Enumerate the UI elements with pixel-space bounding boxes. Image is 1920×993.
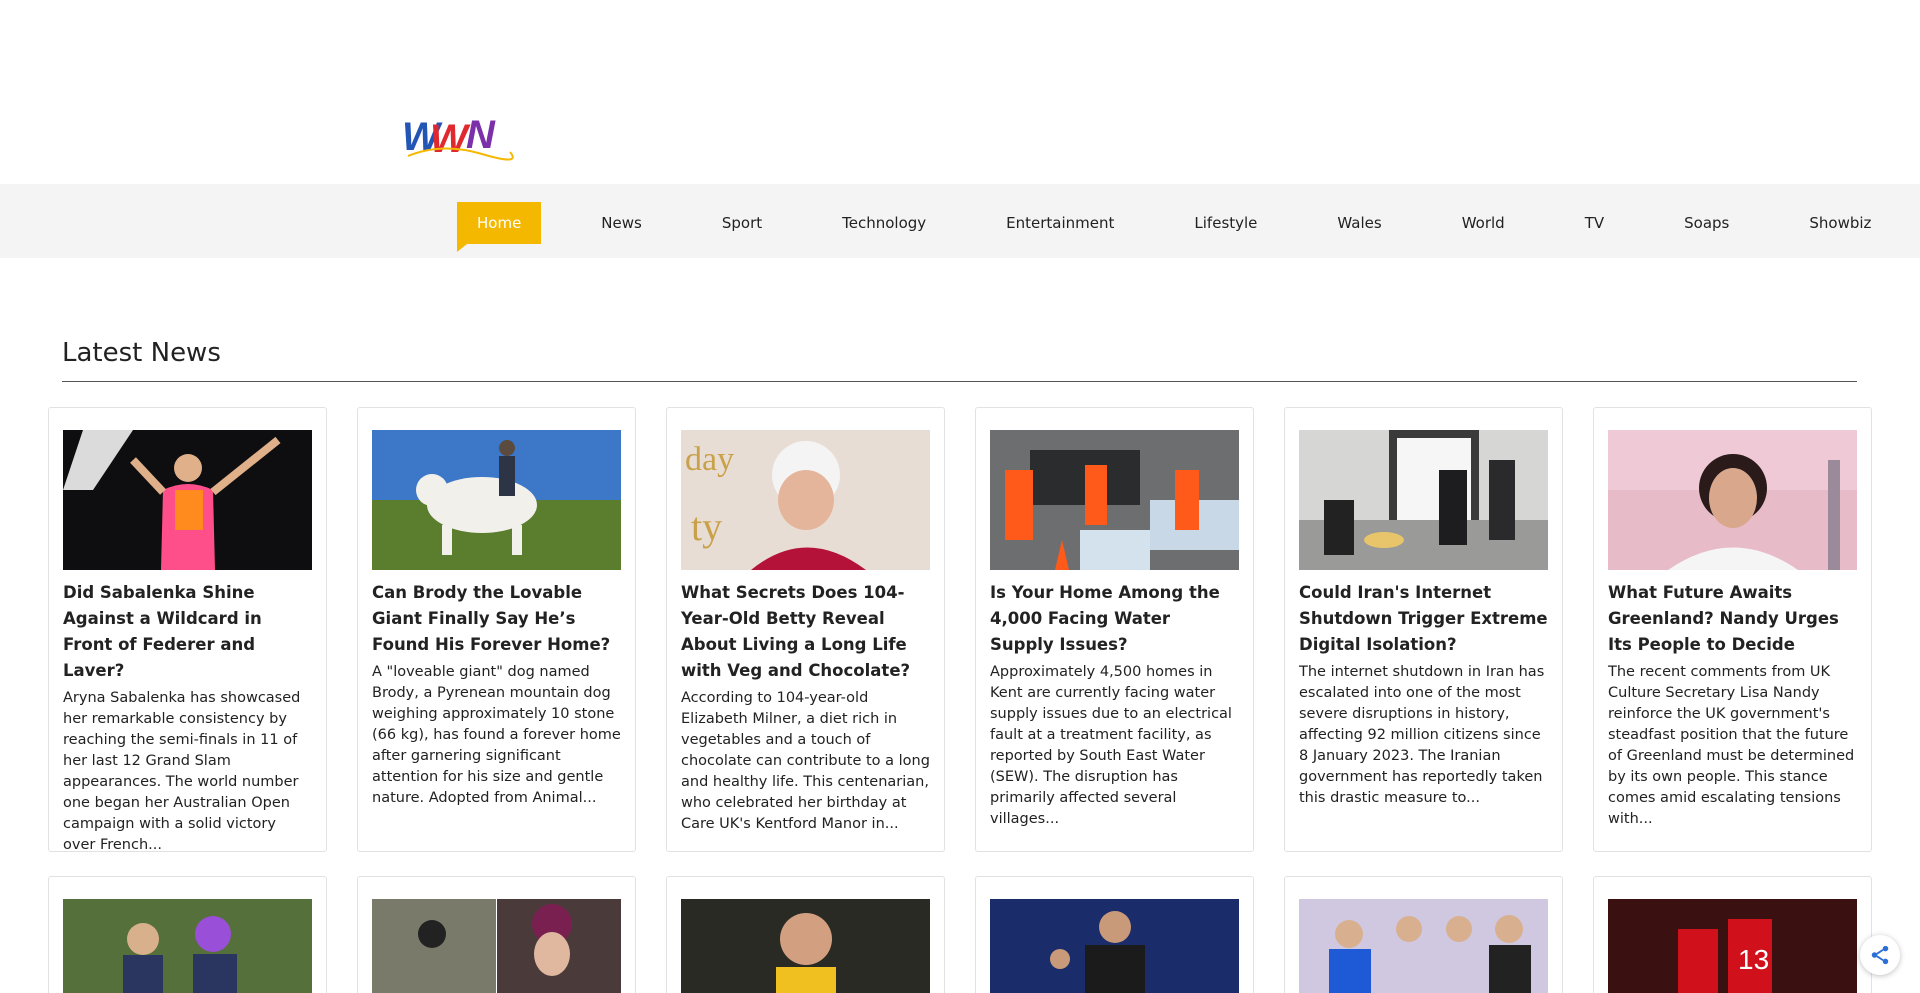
svg-text:day: day xyxy=(685,441,734,478)
news-card-excerpt: The recent comments from UK Culture Secr… xyxy=(1608,664,1855,827)
nav-item-news[interactable]: News xyxy=(581,202,662,244)
nav-item-home[interactable]: Home xyxy=(457,202,542,252)
news-card-excerpt: According to 104-year-old Elizabeth Miln… xyxy=(681,690,930,832)
nav-item-world[interactable]: World xyxy=(1442,202,1525,244)
news-card[interactable] xyxy=(1284,876,1563,993)
main-nav: Home News Sport Technology Entertainment Life… xyxy=(0,184,1920,258)
news-card-title[interactable]: What Future Awaits Greenland? Nandy Urge… xyxy=(1608,580,1857,658)
news-card-title[interactable]: Did Sabalenka Shine Against a Wildcard i… xyxy=(63,580,312,684)
news-card-image[interactable] xyxy=(63,899,312,993)
news-card[interactable]: Can Brody the Lovable Giant Finally Say … xyxy=(357,407,636,852)
news-card[interactable] xyxy=(666,876,945,993)
news-card-title[interactable]: Can Brody the Lovable Giant Finally Say … xyxy=(372,580,621,658)
nav-item-lifestyle[interactable]: Lifestyle xyxy=(1174,202,1277,244)
news-card-title[interactable]: Could Iran's Internet Shutdown Trigger E… xyxy=(1299,580,1548,658)
site-header: W W N xyxy=(0,0,1920,184)
news-card[interactable]: 13 xyxy=(1593,876,1872,993)
news-card-image[interactable] xyxy=(372,430,621,570)
news-card[interactable]: day ty What Secrets Does 104-Year-Old Bett… xyxy=(666,407,945,852)
news-card[interactable]: Is Your Home Among the 4,000 Facing Wate… xyxy=(975,407,1254,852)
news-card[interactable] xyxy=(357,876,636,993)
nav-list: Home News Sport Technology Entertainment Life… xyxy=(457,202,1920,252)
news-card[interactable] xyxy=(975,876,1254,993)
news-card-image[interactable] xyxy=(1608,430,1857,570)
nav-item-sport[interactable]: Sport xyxy=(702,202,782,244)
news-card-image[interactable] xyxy=(1299,430,1548,570)
site-logo[interactable]: W W N xyxy=(402,112,514,162)
nav-item-entertainment[interactable]: Entertainment xyxy=(986,202,1134,244)
news-card-image[interactable] xyxy=(63,430,312,570)
news-card[interactable]: What Future Awaits Greenland? Nandy Urge… xyxy=(1593,407,1872,852)
news-card[interactable]: Did Sabalenka Shine Against a Wildcard i… xyxy=(48,407,327,853)
nav-item-wales[interactable]: Wales xyxy=(1317,202,1401,244)
logo-letter-w2: W xyxy=(430,117,471,161)
news-card-image[interactable] xyxy=(681,899,930,993)
news-card-image[interactable] xyxy=(990,430,1239,570)
news-card-image[interactable] xyxy=(990,899,1239,993)
news-card-title[interactable]: Is Your Home Among the 4,000 Facing Wate… xyxy=(990,580,1239,658)
nav-item-showbiz[interactable]: Showbiz xyxy=(1789,202,1891,244)
section-title-latest-news: Latest News xyxy=(62,338,221,368)
nav-item-tv[interactable]: TV xyxy=(1565,202,1624,244)
nav-item-technology[interactable]: Technology xyxy=(822,202,946,244)
news-card[interactable]: Could Iran's Internet Shutdown Trigger E… xyxy=(1284,407,1563,852)
svg-text:13: 13 xyxy=(1738,944,1769,975)
news-card-image[interactable] xyxy=(372,899,621,993)
news-card-image[interactable] xyxy=(1299,899,1548,993)
news-card[interactable] xyxy=(48,876,327,993)
news-card-image[interactable]: day ty xyxy=(681,430,930,570)
news-card-excerpt: Approximately 4,500 homes in Kent are cu… xyxy=(990,664,1232,827)
news-card-excerpt: The internet shutdown in Iran has escala… xyxy=(1299,664,1545,806)
section-divider xyxy=(62,381,1857,382)
news-card-image[interactable]: 13 xyxy=(1608,899,1857,993)
news-card-title[interactable]: What Secrets Does 104-Year-Old Betty Rev… xyxy=(681,580,930,684)
svg-text:ty: ty xyxy=(691,504,722,549)
nav-item-soaps[interactable]: Soaps xyxy=(1664,202,1749,244)
news-card-excerpt: A "loveable giant" dog named Brody, a Py… xyxy=(372,664,621,806)
share-icon xyxy=(1871,945,1889,965)
share-button[interactable] xyxy=(1860,935,1900,975)
news-card-excerpt: Aryna Sabalenka has showcased her remark… xyxy=(63,690,301,853)
